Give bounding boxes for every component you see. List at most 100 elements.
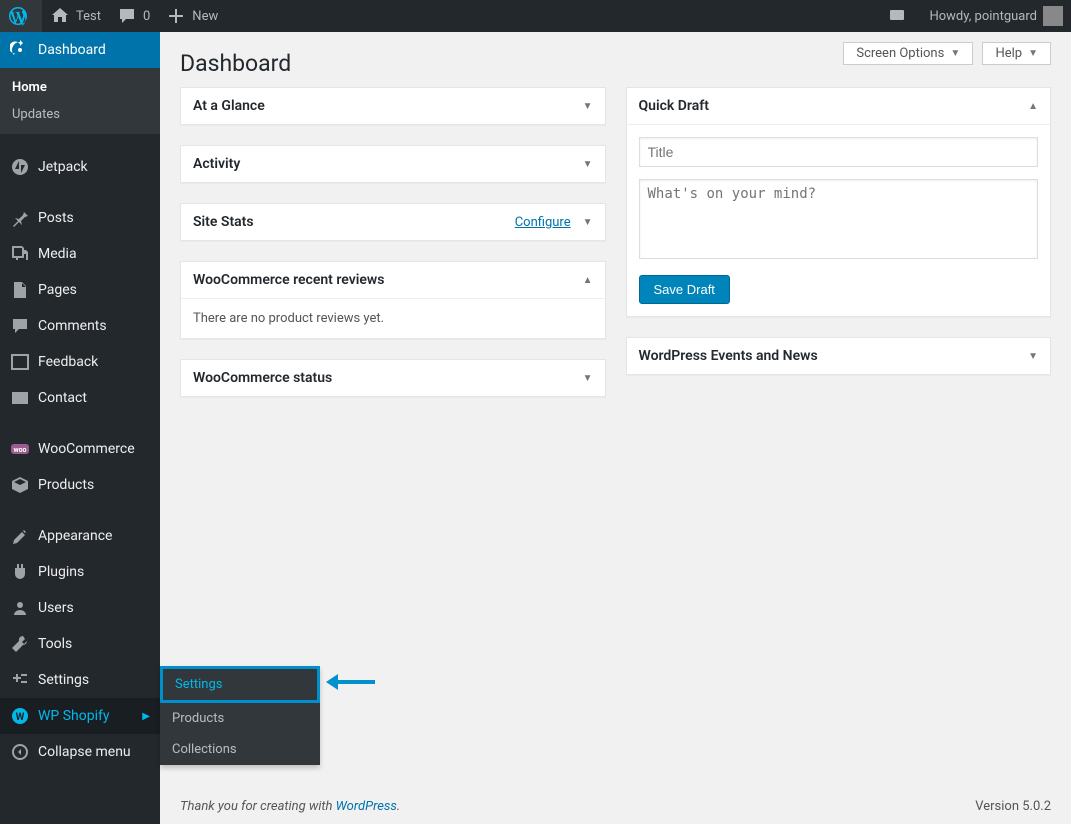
menu-products[interactable]: Products <box>0 467 160 503</box>
chevron-down-icon: ▼ <box>950 48 960 59</box>
new-label: New <box>192 9 218 24</box>
menu-contact[interactable]: Contact <box>0 380 160 416</box>
menu-comments[interactable]: Comments <box>0 308 160 344</box>
dashboard-icon <box>10 40 30 60</box>
widget-header[interactable]: WordPress Events and News ▼ <box>627 338 1051 374</box>
widget-body: There are no product reviews yet. <box>181 299 605 338</box>
appearance-icon <box>10 526 30 546</box>
menu-label: Media <box>38 246 77 262</box>
media-icon <box>10 244 30 264</box>
plugins-icon <box>10 562 30 582</box>
pin-icon <box>10 208 30 228</box>
menu-plugins[interactable]: Plugins <box>0 554 160 590</box>
products-icon <box>10 475 30 495</box>
screen-options-button[interactable]: Screen Options ▼ <box>843 42 973 65</box>
widget-header[interactable]: Quick Draft ▲ <box>627 88 1051 125</box>
widget-header[interactable]: At a Glance ▼ <box>181 88 605 124</box>
menu-label: Contact <box>38 390 87 406</box>
widget-header[interactable]: WooCommerce status ▼ <box>181 360 605 396</box>
chevron-down-icon[interactable]: ▼ <box>583 373 593 384</box>
woo-icon: woo <box>10 439 30 459</box>
page-icon <box>10 280 30 300</box>
comments-link[interactable]: 0 <box>109 0 158 32</box>
new-content[interactable]: New <box>158 0 226 32</box>
chevron-down-icon[interactable]: ▼ <box>583 159 593 170</box>
users-icon <box>10 598 30 618</box>
quick-draft-title-input[interactable] <box>639 137 1039 167</box>
menu-feedback[interactable]: Feedback <box>0 344 160 380</box>
widget-title: At a Glance <box>193 98 265 114</box>
widget-at-a-glance: At a Glance ▼ <box>180 87 606 125</box>
submenu-updates[interactable]: Updates <box>0 101 160 128</box>
collapse-icon <box>10 742 30 762</box>
widget-title: WooCommerce recent reviews <box>193 272 384 288</box>
menu-label: Posts <box>38 210 74 226</box>
chevron-down-icon[interactable]: ▼ <box>583 101 593 112</box>
menu-tools[interactable]: Tools <box>0 626 160 662</box>
menu-jetpack[interactable]: Jetpack <box>0 149 160 185</box>
menu-label: WP Shopify <box>38 708 110 724</box>
screen-options-label: Screen Options <box>856 46 944 61</box>
widget-header[interactable]: Activity ▼ <box>181 146 605 182</box>
submenu-home[interactable]: Home <box>0 74 160 101</box>
save-draft-button[interactable]: Save Draft <box>639 275 730 304</box>
menu-posts[interactable]: Posts <box>0 200 160 236</box>
menu-settings[interactable]: Settings <box>0 662 160 698</box>
widget-title: Activity <box>193 156 240 172</box>
footer-version: Version 5.0.2 <box>975 799 1051 814</box>
menu-label: Tools <box>38 636 72 652</box>
chevron-right-icon: ▶ <box>142 711 150 722</box>
chevron-down-icon[interactable]: ▼ <box>1028 351 1038 362</box>
wordpress-link[interactable]: WordPress <box>336 799 397 814</box>
chevron-down-icon[interactable]: ▼ <box>583 217 593 228</box>
howdy-prefix: Howdy, <box>929 9 971 24</box>
tools-icon <box>10 634 30 654</box>
menu-label: Jetpack <box>38 159 88 175</box>
my-account[interactable]: Howdy, pointguard <box>921 0 1071 32</box>
widget-header[interactable]: Site Stats Configure ▼ <box>181 204 605 240</box>
help-button[interactable]: Help ▼ <box>982 42 1051 65</box>
site-name[interactable]: Test <box>42 0 109 32</box>
menu-label: Settings <box>38 672 89 688</box>
svg-text:W: W <box>16 712 25 723</box>
menu-media[interactable]: Media <box>0 236 160 272</box>
widget-activity: Activity ▼ <box>180 145 606 183</box>
widget-quick-draft: Quick Draft ▲ Save Draft <box>626 87 1052 317</box>
widget-header[interactable]: WooCommerce recent reviews ▲ <box>181 262 605 299</box>
bell-icon <box>887 6 907 26</box>
comment-count: 0 <box>143 9 150 24</box>
widget-title: Quick Draft <box>639 98 709 114</box>
wp-logo[interactable] <box>0 0 42 32</box>
menu-pages[interactable]: Pages <box>0 272 160 308</box>
wordpress-icon <box>8 6 28 26</box>
collapse-menu[interactable]: Collapse menu <box>0 734 160 770</box>
comment-icon <box>117 6 137 26</box>
widget-site-stats: Site Stats Configure ▼ <box>180 203 606 241</box>
menu-label: Collapse menu <box>38 744 131 760</box>
menu-label: Comments <box>38 318 107 334</box>
menu-wp-shopify[interactable]: W WP Shopify ▶ <box>0 698 160 734</box>
feedback-icon <box>10 352 30 372</box>
quick-draft-content-textarea[interactable] <box>639 179 1039 259</box>
menu-label: Dashboard <box>38 42 106 58</box>
widget-title: WooCommerce status <box>193 370 332 386</box>
widget-woo-status: WooCommerce status ▼ <box>180 359 606 397</box>
menu-users[interactable]: Users <box>0 590 160 626</box>
menu-appearance[interactable]: Appearance <box>0 518 160 554</box>
menu-label: Pages <box>38 282 77 298</box>
svg-text:woo: woo <box>13 446 26 454</box>
chevron-up-icon[interactable]: ▲ <box>583 275 593 286</box>
shopify-icon: W <box>10 706 30 726</box>
menu-label: Products <box>38 477 94 493</box>
chevron-up-icon[interactable]: ▲ <box>1028 101 1038 112</box>
menu-woocommerce[interactable]: woo WooCommerce <box>0 431 160 467</box>
configure-link[interactable]: Configure <box>515 215 571 230</box>
menu-dashboard[interactable]: Dashboard <box>0 32 160 68</box>
chevron-down-icon: ▼ <box>1028 48 1038 59</box>
notifications[interactable] <box>879 0 921 32</box>
menu-label: Feedback <box>38 354 98 370</box>
comment-icon <box>10 316 30 336</box>
widget-events-news: WordPress Events and News ▼ <box>626 337 1052 375</box>
username: pointguard <box>975 9 1037 24</box>
menu-label: Plugins <box>38 564 84 580</box>
